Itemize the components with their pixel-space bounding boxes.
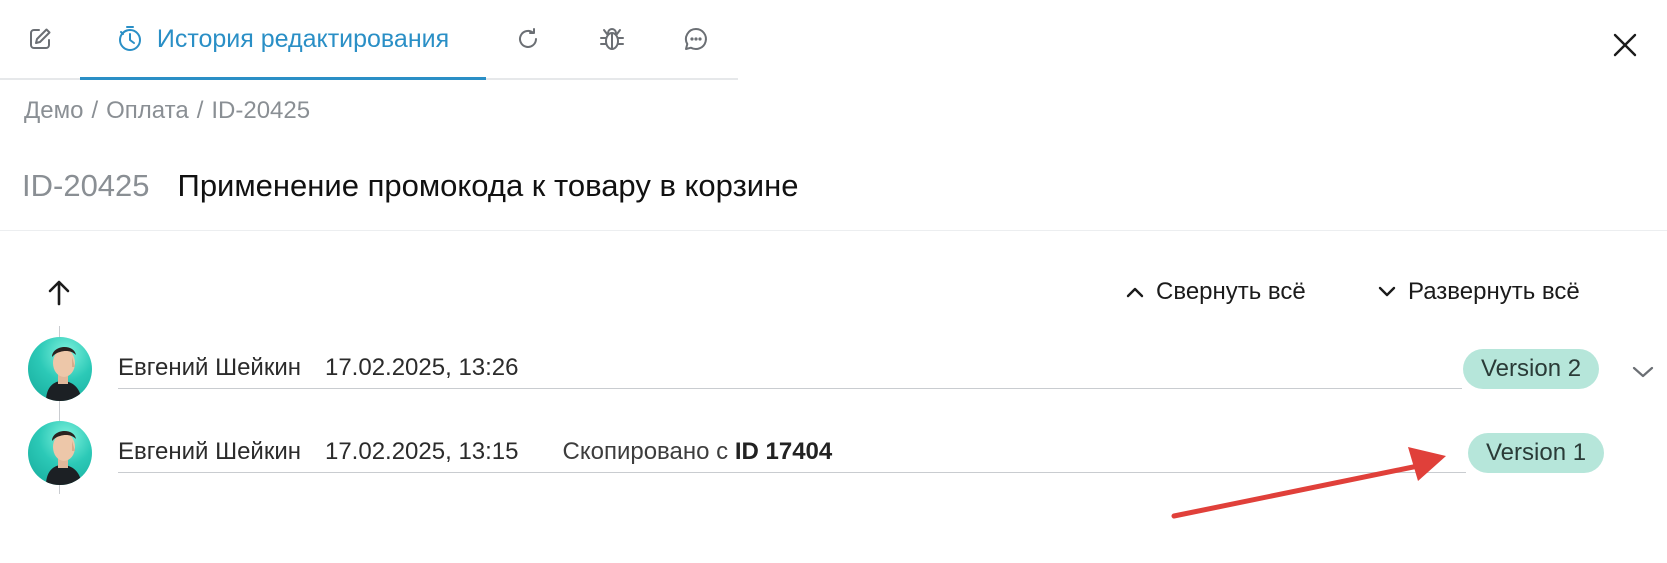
copied-from-prefix: Скопировано с [562, 438, 729, 465]
version-badge[interactable]: Version 1 [1468, 433, 1605, 473]
copied-from-note: Скопировано с ID 17404 [563, 438, 833, 466]
history-entry[interactable]: Евгений Шейкин 17.02.2025, 13:15 Скопиро… [0, 416, 1667, 488]
entry-meta: Евгений Шейкин 17.02.2025, 13:15 Скопиро… [118, 438, 832, 466]
tab-bar: История редактирования [0, 0, 738, 80]
breadcrumb: Демо / Оплата / ID-20425 [24, 97, 310, 125]
edit-history-panel: История редактирования Демо / Оплата / I… [0, 0, 1667, 563]
tab-comments[interactable] [654, 0, 738, 78]
chevron-down-icon [1378, 286, 1396, 297]
entry-divider [118, 472, 1466, 473]
entry-author: Евгений Шейкин [118, 354, 301, 381]
header-divider [0, 230, 1667, 231]
entry-divider [118, 388, 1462, 389]
breadcrumb-separator: / [91, 97, 99, 124]
history-timer-icon [118, 26, 141, 51]
entry-date: 17.02.2025, 13:26 [324, 354, 519, 381]
version-badge[interactable]: Version 2 [1463, 349, 1600, 389]
close-icon [1613, 33, 1637, 57]
entry-meta: Евгений Шейкин 17.02.2025, 13:26 [118, 354, 563, 382]
issue-id: ID-20425 [22, 168, 150, 203]
history-entry[interactable]: Евгений Шейкин 17.02.2025, 13:26 Version… [0, 332, 1667, 404]
breadcrumb-item[interactable]: Оплата [106, 97, 189, 124]
arrow-up-icon [48, 280, 70, 306]
breadcrumb-item[interactable]: ID-20425 [211, 97, 310, 124]
avatar [28, 337, 92, 401]
tab-history-label: История редактирования [156, 24, 450, 53]
close-button[interactable] [1606, 26, 1644, 64]
chevron-down-icon [1632, 366, 1654, 378]
tab-refresh[interactable] [486, 0, 570, 78]
sort-order-button[interactable] [44, 278, 74, 308]
page-title: ID-20425 Применение промокода к товару в… [22, 168, 798, 204]
tab-history[interactable]: История редактирования [80, 0, 486, 80]
entry-author: Евгений Шейкин [118, 438, 301, 465]
edit-icon [30, 28, 51, 49]
breadcrumb-separator: / [196, 97, 204, 124]
tab-bugs[interactable] [570, 0, 654, 78]
tab-edit[interactable] [0, 0, 80, 78]
bug-icon [600, 28, 624, 50]
expand-all-label: Развернуть всё [1408, 278, 1580, 305]
chat-icon [684, 27, 707, 50]
avatar [28, 421, 92, 485]
entry-date: 17.02.2025, 13:15 [324, 438, 519, 465]
collapse-all-label: Свернуть всё [1156, 278, 1306, 305]
entry-expand-toggle[interactable] [1630, 362, 1656, 382]
expand-all-button[interactable]: Развернуть всё [1378, 276, 1580, 308]
issue-title: Применение промокода к товару в корзине [177, 168, 799, 203]
refresh-icon [519, 28, 537, 48]
collapse-all-button[interactable]: Свернуть всё [1126, 276, 1306, 308]
breadcrumb-item[interactable]: Демо [24, 97, 83, 124]
chevron-up-icon [1126, 287, 1144, 298]
copied-from-id[interactable]: ID 17404 [735, 438, 832, 465]
